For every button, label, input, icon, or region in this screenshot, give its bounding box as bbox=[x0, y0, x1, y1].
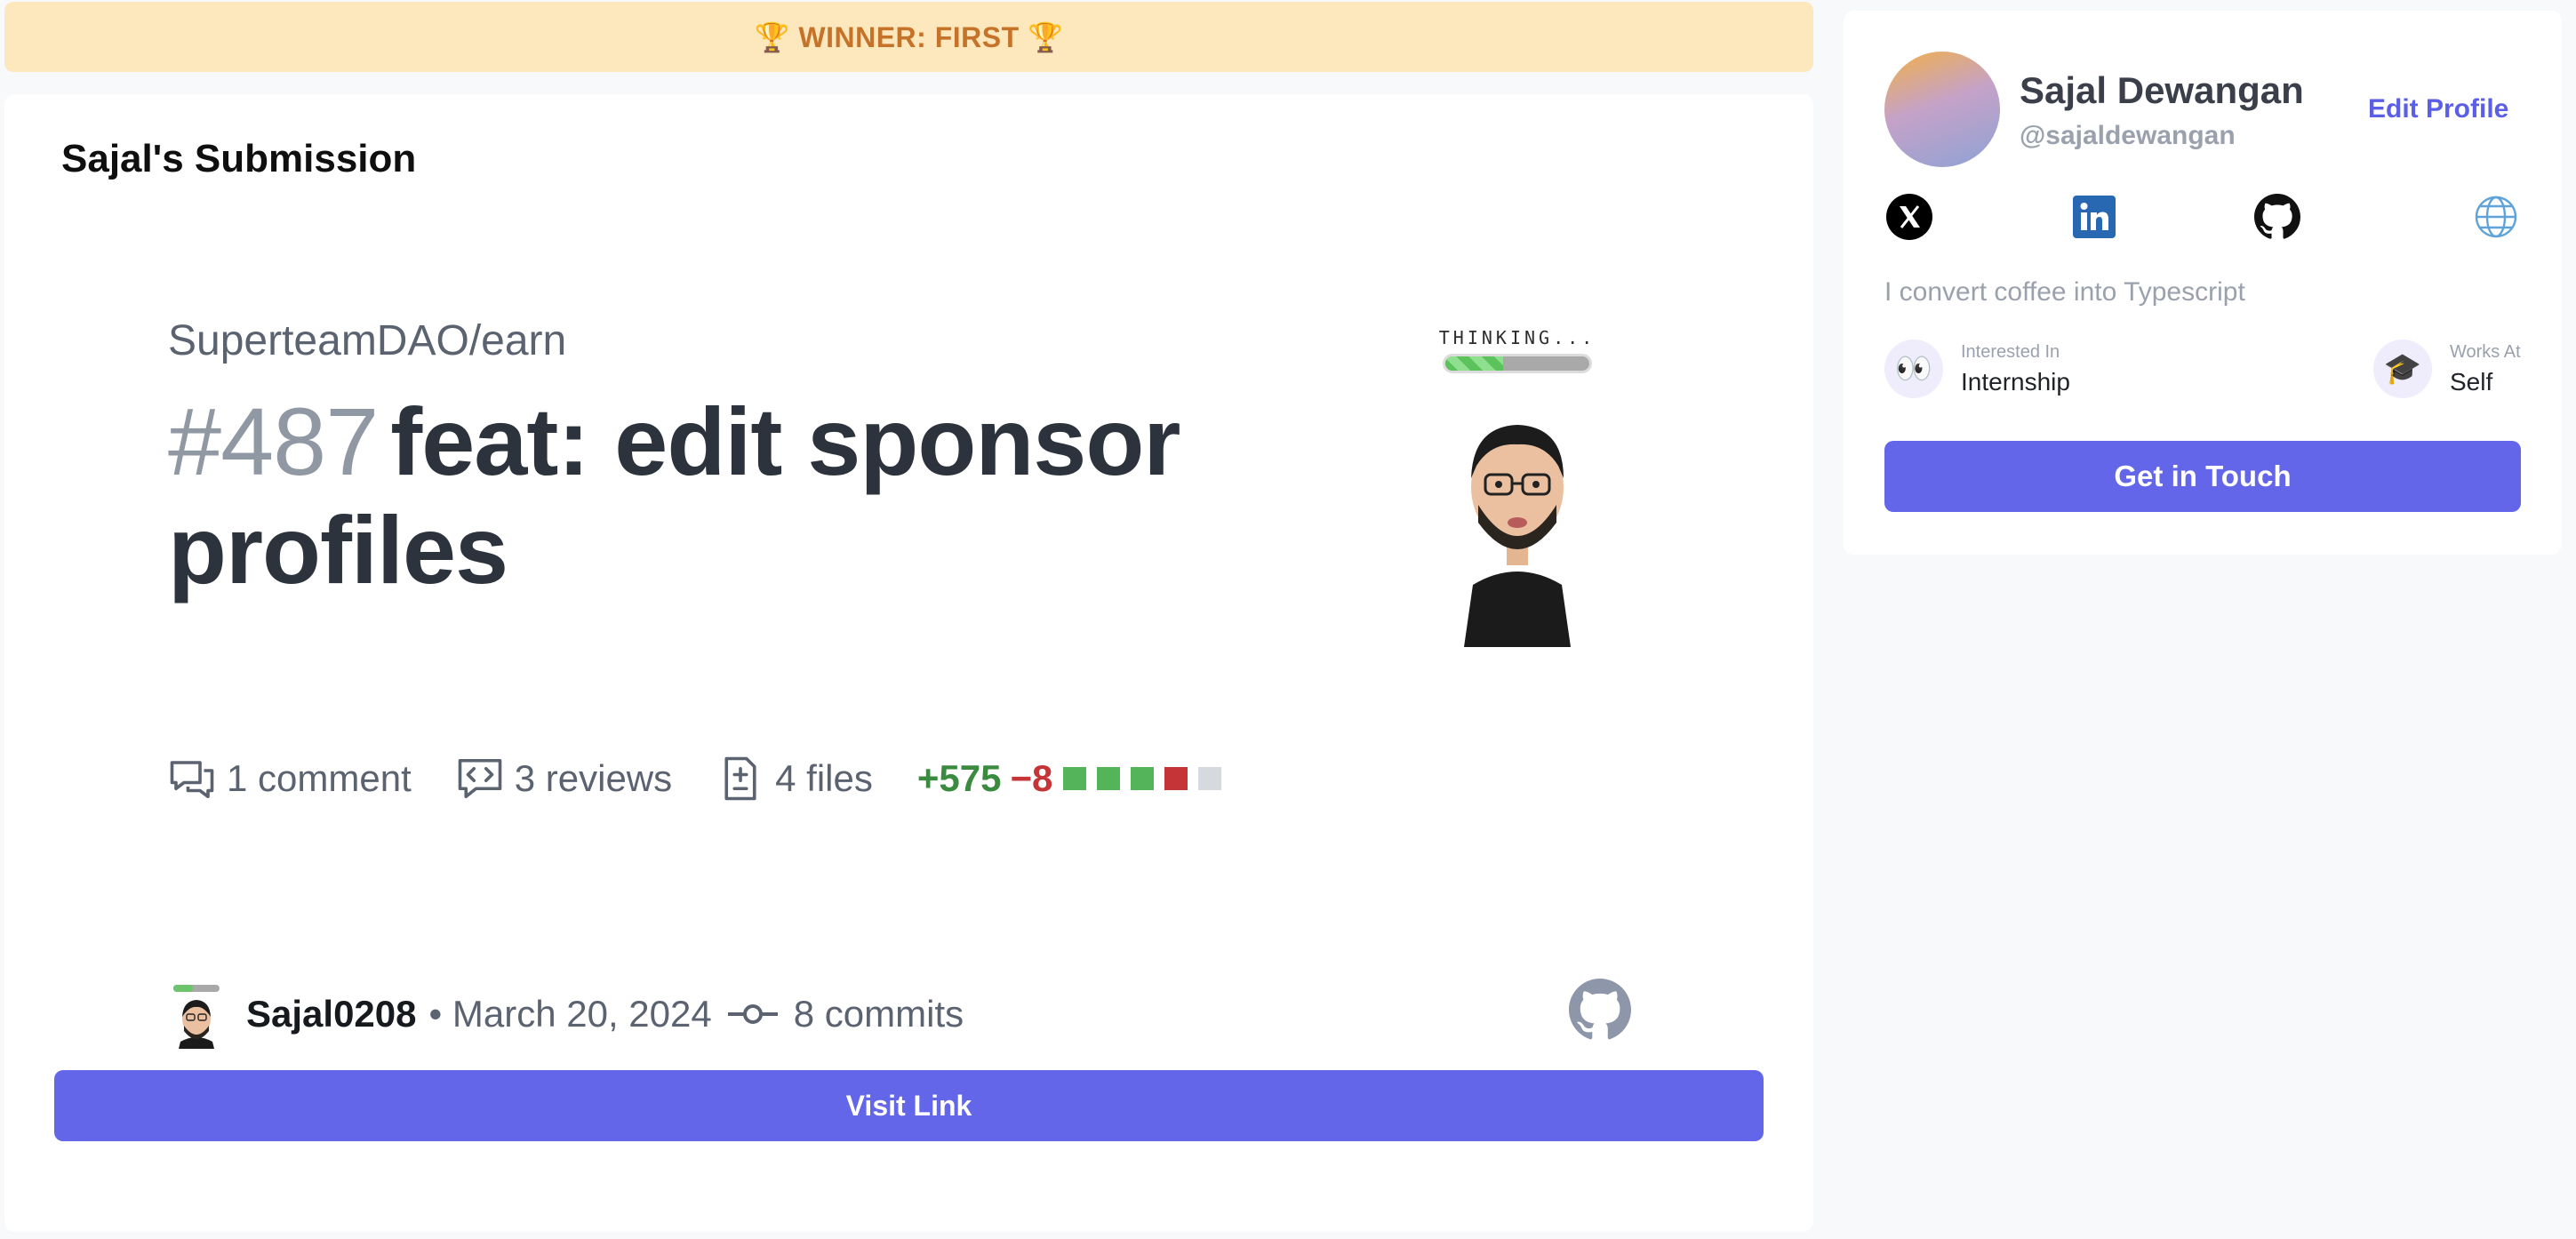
visit-link-button[interactable]: Visit Link bbox=[54, 1070, 1764, 1141]
thinking-progress-fill bbox=[1445, 356, 1503, 371]
profile-bio: I convert coffee into Typescript bbox=[1884, 277, 2245, 307]
works-value: Self bbox=[2450, 367, 2493, 396]
thinking-progress-bar bbox=[1443, 354, 1592, 373]
commits-count: 8 commits bbox=[793, 993, 964, 1035]
github-link[interactable] bbox=[2252, 192, 2302, 242]
pr-author-row: Sajal0208 • March 20, 2024 8 commits bbox=[168, 974, 964, 1054]
eyes-icon: 👀 bbox=[1884, 340, 1943, 398]
profile-card: Sajal Dewangan @sajaldewangan Edit Profi… bbox=[1844, 11, 2562, 555]
profile-handle: @sajaldewangan bbox=[2020, 121, 2236, 150]
interested-value: Internship bbox=[1961, 367, 2070, 396]
get-in-touch-button[interactable]: Get in Touch bbox=[1884, 441, 2521, 512]
comment-icon bbox=[170, 761, 214, 799]
diff-square bbox=[1063, 767, 1087, 790]
graduation-cap-icon: 🎓 bbox=[2373, 340, 2432, 398]
x-link[interactable] bbox=[1884, 192, 1934, 242]
website-link[interactable] bbox=[2471, 192, 2521, 242]
pr-stats: 1 comment 3 reviews 4 files +575 −8 bbox=[168, 752, 1232, 805]
files-stat: 4 files bbox=[716, 755, 873, 803]
author-avatar bbox=[173, 985, 220, 1049]
thinking-label: THINKING... bbox=[1438, 327, 1596, 348]
pr-heading: #487 feat: edit sponsor profiles bbox=[168, 388, 1324, 604]
globe-icon bbox=[2475, 196, 2517, 238]
diff-square bbox=[1131, 767, 1155, 790]
deletions-count: −8 bbox=[1010, 757, 1053, 799]
profile-avatar bbox=[1884, 52, 2000, 167]
diff-square bbox=[1164, 767, 1188, 790]
interested-in: 👀 Interested In Internship bbox=[1884, 340, 2070, 398]
pr-number: #487 bbox=[168, 388, 379, 495]
winner-banner: 🏆 WINNER: FIRST 🏆 bbox=[4, 2, 1813, 72]
works-label: Works At bbox=[2450, 341, 2521, 362]
code-review-icon bbox=[458, 758, 502, 799]
files-count: 4 files bbox=[775, 757, 873, 799]
comments-stat: 1 comment bbox=[168, 755, 412, 803]
file-diff-icon bbox=[724, 756, 756, 801]
commit-icon bbox=[727, 1004, 778, 1024]
author-name: Sajal0208 bbox=[246, 993, 417, 1035]
works-at: 🎓 Works At Self bbox=[2373, 340, 2521, 398]
diff-bar bbox=[1063, 767, 1232, 790]
reviews-count: 3 reviews bbox=[514, 757, 673, 799]
profile-name: Sajal Dewangan bbox=[2020, 69, 2304, 111]
thinking-mascot: THINKING... bbox=[1437, 327, 1597, 647]
linkedin-icon bbox=[2073, 196, 2116, 238]
social-links bbox=[1884, 192, 2521, 242]
pr-date: • March 20, 2024 bbox=[428, 993, 712, 1035]
comments-count: 1 comment bbox=[227, 757, 412, 799]
edit-profile-link[interactable]: Edit Profile bbox=[2368, 94, 2508, 124]
submission-card: Sajal's Submission SuperteamDAO/earn #48… bbox=[4, 94, 1813, 1232]
linkedin-link[interactable] bbox=[2069, 192, 2119, 242]
github-icon[interactable] bbox=[1569, 979, 1631, 1041]
github-icon bbox=[2254, 194, 2300, 239]
diff-square bbox=[1097, 767, 1121, 790]
interested-label: Interested In bbox=[1961, 341, 2060, 362]
pr-preview: SuperteamDAO/earn #487 feat: edit sponsor… bbox=[4, 94, 1813, 1232]
x-icon bbox=[1886, 194, 1932, 240]
additions-count: +575 bbox=[916, 757, 1002, 799]
diff-square bbox=[1198, 767, 1222, 790]
pr-repo: SuperteamDAO/earn bbox=[168, 317, 567, 364]
reviews-stat: 3 reviews bbox=[456, 755, 672, 803]
winner-banner-text: 🏆 WINNER: FIRST 🏆 bbox=[754, 20, 1064, 53]
mascot-avatar-image bbox=[1464, 425, 1571, 647]
